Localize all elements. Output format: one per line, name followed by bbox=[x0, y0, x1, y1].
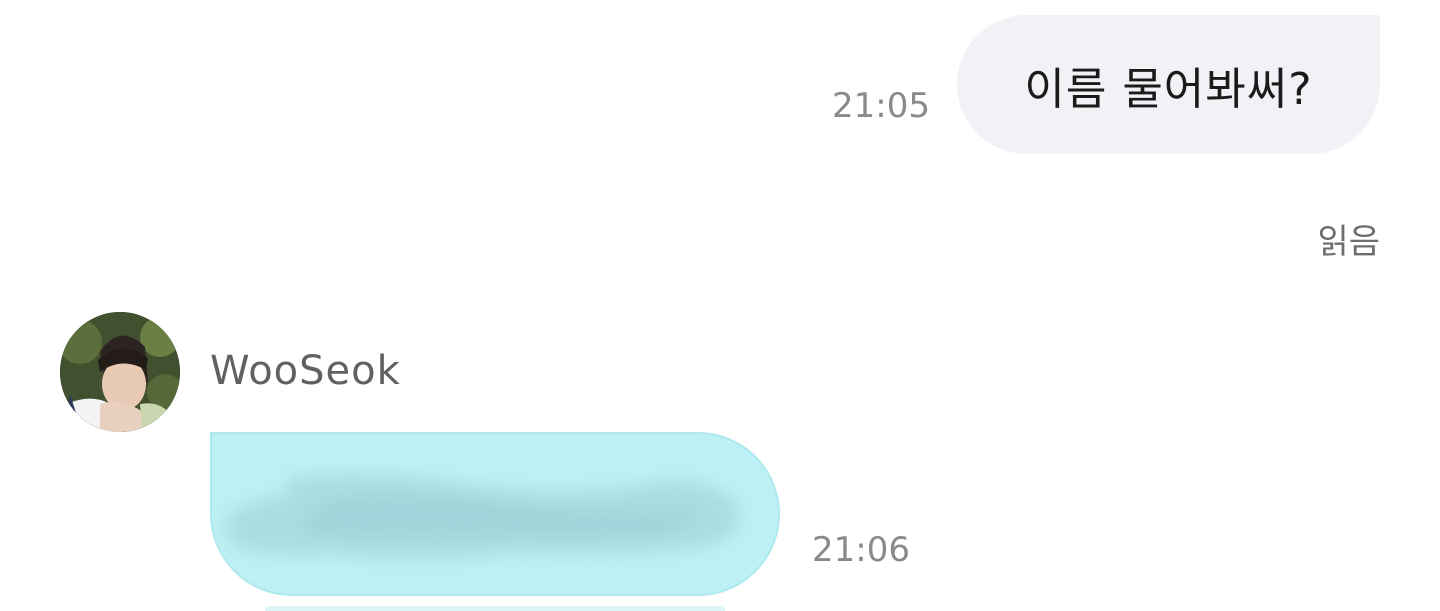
outgoing-message-text: 이름 물어봐써? bbox=[1024, 63, 1313, 115]
chat-thread: 21:05 이름 물어봐써? 읽음 WooSeok 21:06 bbox=[0, 0, 1440, 611]
read-status: 읽음 bbox=[1317, 222, 1380, 262]
profile-photo-icon bbox=[60, 312, 180, 432]
next-message-bubble-edge bbox=[265, 606, 725, 611]
incoming-message-bubble[interactable] bbox=[210, 432, 780, 596]
redacted-message-content bbox=[225, 474, 740, 560]
incoming-message-time: 21:06 bbox=[812, 530, 910, 570]
outgoing-message-time: 21:05 bbox=[832, 86, 930, 126]
outgoing-message-bubble[interactable]: 이름 물어봐써? bbox=[957, 15, 1380, 154]
sender-name: WooSeok bbox=[210, 348, 401, 394]
sender-avatar[interactable] bbox=[60, 312, 180, 432]
